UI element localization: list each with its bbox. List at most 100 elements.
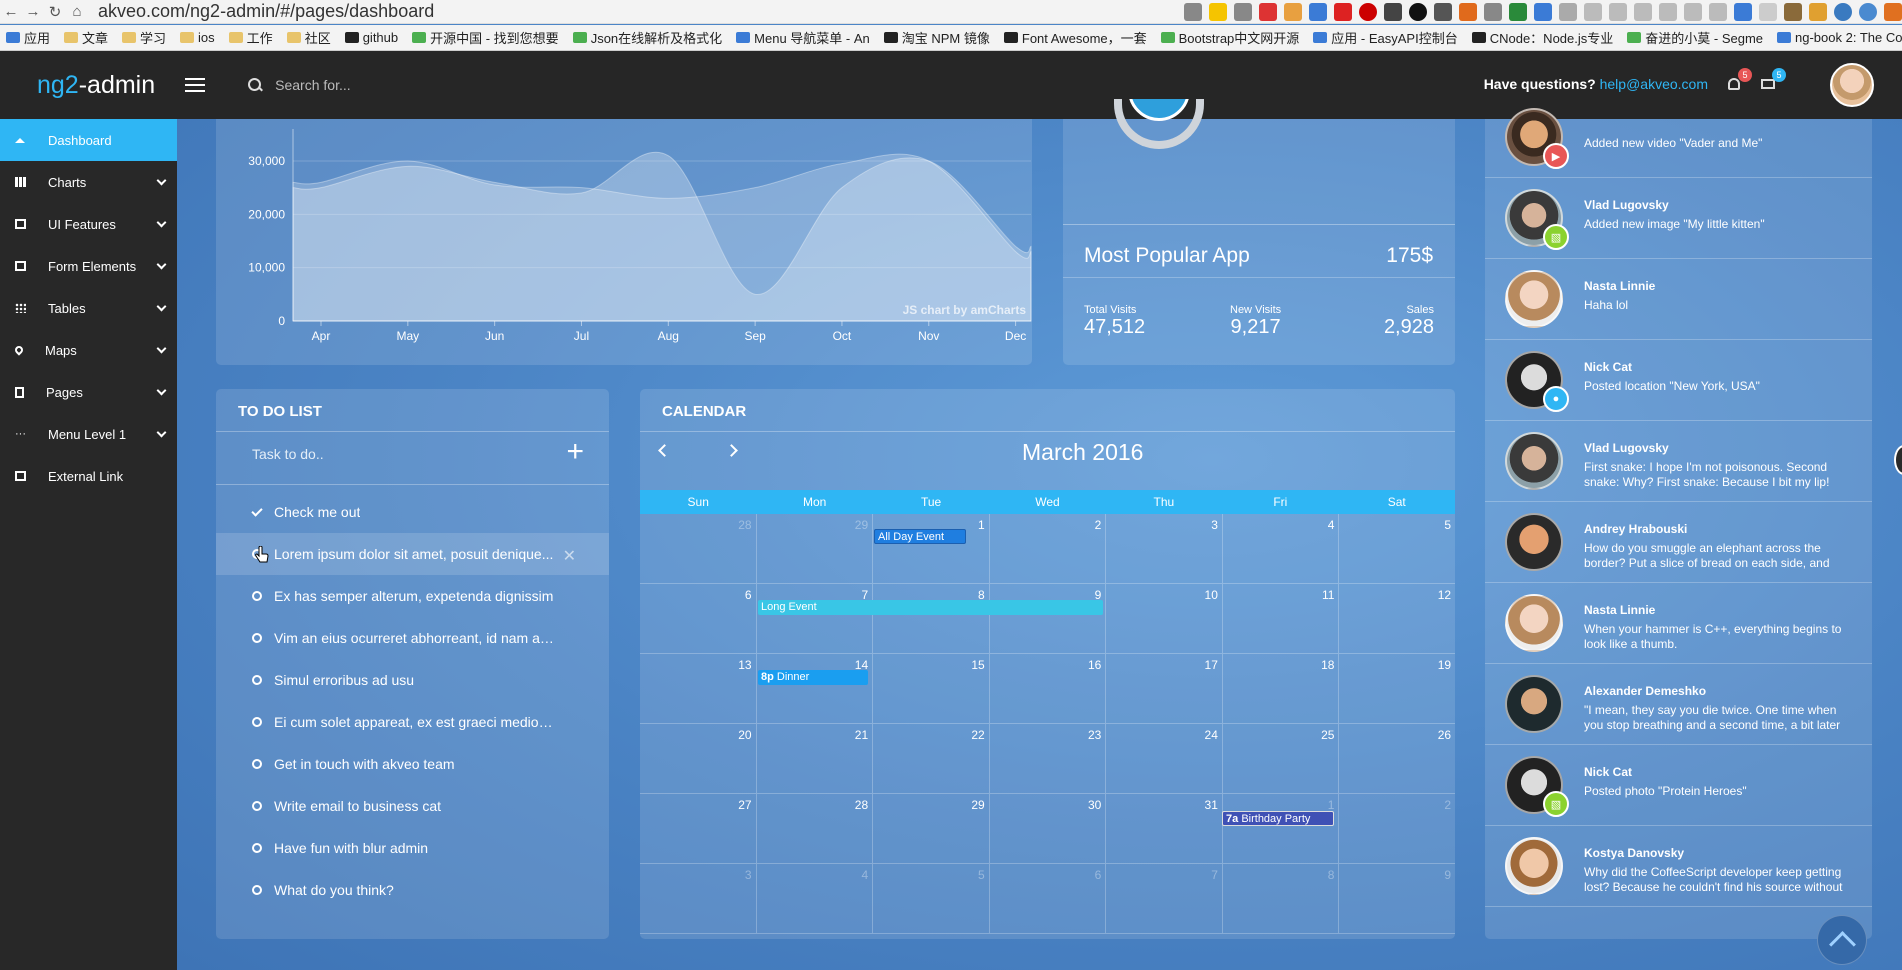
- feed-item[interactable]: ▶ Added new video "Vader and Me": [1485, 97, 1872, 178]
- calendar-day[interactable]: 4: [757, 864, 874, 933]
- circle-icon[interactable]: [252, 885, 262, 895]
- bookmark-item[interactable]: ng-book 2: The Com: [1777, 30, 1902, 45]
- extension-icon[interactable]: [1309, 3, 1327, 21]
- circle-icon[interactable]: [252, 675, 262, 685]
- reload-icon[interactable]: ↻: [44, 1, 66, 23]
- extension-icon[interactable]: [1734, 3, 1752, 21]
- sidebar-item-pages[interactable]: Pages: [0, 371, 177, 413]
- bookmark-item[interactable]: 工作: [228, 28, 273, 47]
- calendar-day[interactable]: 9: [990, 584, 1107, 653]
- extension-icon[interactable]: [1609, 3, 1627, 21]
- address-bar[interactable]: akveo.com/ng2-admin/#/pages/dashboard: [98, 1, 434, 22]
- sidebar-item-external-link[interactable]: External Link: [0, 455, 177, 497]
- calendar-event[interactable]: Long Event: [758, 600, 1103, 615]
- extension-icon[interactable]: [1284, 3, 1302, 21]
- todo-item[interactable]: What do you think?: [216, 869, 609, 911]
- calendar-day[interactable]: 9: [1339, 864, 1455, 933]
- bookmark-item[interactable]: Bootstrap中文网开源: [1160, 28, 1299, 47]
- bookmark-item[interactable]: CNode：Node.js专业: [1471, 28, 1613, 47]
- sidebar-item-charts[interactable]: Charts: [0, 161, 177, 203]
- calendar-day[interactable]: 16: [990, 654, 1107, 723]
- extension-icon[interactable]: [1759, 3, 1777, 21]
- bookmark-item[interactable]: 社区: [286, 28, 331, 47]
- calendar-day[interactable]: 6: [990, 864, 1107, 933]
- check-icon[interactable]: [251, 504, 263, 517]
- sidebar-item-dashboard[interactable]: Dashboard: [0, 119, 177, 161]
- calendar-day[interactable]: 28: [757, 794, 874, 863]
- calendar-event[interactable]: 8p Dinner: [758, 670, 868, 685]
- calendar-day[interactable]: 31: [1106, 794, 1223, 863]
- calendar-day[interactable]: 7: [1106, 864, 1223, 933]
- calendar-day[interactable]: 28: [640, 514, 757, 583]
- extension-icon[interactable]: [1584, 3, 1602, 21]
- star-icon[interactable]: [1209, 3, 1227, 21]
- bookmark-item[interactable]: github: [344, 30, 398, 45]
- calendar-day[interactable]: 23: [990, 724, 1107, 793]
- extension-icon[interactable]: [1709, 3, 1727, 21]
- extension-icon[interactable]: [1784, 3, 1802, 21]
- extension-icon[interactable]: [1684, 3, 1702, 21]
- bookmark-item[interactable]: 应用 - EasyAPI控制台: [1313, 28, 1458, 47]
- calendar-day[interactable]: 30: [990, 794, 1107, 863]
- calendar-day[interactable]: 11: [1223, 584, 1340, 653]
- extension-icon[interactable]: [1184, 3, 1202, 21]
- adblock-icon[interactable]: [1359, 3, 1377, 21]
- bookmark-item[interactable]: Menu 导航菜单 - An: [736, 28, 870, 47]
- todo-item[interactable]: Vim an eius ocurreret abhorreant, id nam…: [216, 617, 609, 659]
- calendar-day[interactable]: 29: [873, 794, 990, 863]
- calendar-day[interactable]: 22: [873, 724, 990, 793]
- todo-item[interactable]: Simul erroribus ad usu: [216, 659, 609, 701]
- feed-item[interactable]: Andrey Hrabouski How do you smuggle an el…: [1485, 502, 1872, 583]
- extension-icon[interactable]: [1534, 3, 1552, 21]
- calendar-day[interactable]: 17: [1106, 654, 1223, 723]
- feed-item[interactable]: ▧ Vlad Lugovsky Added new image "My little…: [1485, 178, 1872, 259]
- extension-icon[interactable]: [1434, 3, 1452, 21]
- extension-icon[interactable]: [1659, 3, 1677, 21]
- add-task-button[interactable]: +: [566, 437, 584, 467]
- feed-item[interactable]: Vlad Lugovsky First snake: I hope I'm not…: [1485, 421, 1872, 502]
- menu-toggle-icon[interactable]: [185, 78, 206, 92]
- sidebar-item-ui-features[interactable]: UI Features: [0, 203, 177, 245]
- extension-icon[interactable]: [1259, 3, 1277, 21]
- todo-item[interactable]: Have fun with blur admin: [216, 827, 609, 869]
- calendar-day[interactable]: 14: [757, 654, 874, 723]
- circle-icon[interactable]: [252, 717, 262, 727]
- calendar-day[interactable]: 26: [1339, 724, 1455, 793]
- app-logo[interactable]: ng2-admin: [37, 71, 155, 100]
- messages-button[interactable]: 5: [1760, 68, 1786, 93]
- circle-icon[interactable]: [252, 843, 262, 853]
- bookmark-item[interactable]: 开源中国 - 找到您想要: [412, 28, 559, 47]
- calendar-day[interactable]: 24: [1106, 724, 1223, 793]
- extension-icon[interactable]: [1409, 3, 1427, 21]
- todo-item[interactable]: Write email to business cat: [216, 785, 609, 827]
- todo-item[interactable]: Check me out: [216, 491, 609, 533]
- extension-icon[interactable]: [1809, 3, 1827, 21]
- bookmark-item[interactable]: 淘宝 NPM 镜像: [883, 28, 990, 47]
- calendar-day[interactable]: 21: [757, 724, 874, 793]
- task-input[interactable]: [252, 446, 552, 462]
- home-icon[interactable]: ⌂: [66, 1, 88, 23]
- calendar-day[interactable]: 2: [1339, 794, 1455, 863]
- calendar-day[interactable]: 5: [1339, 514, 1455, 583]
- extension-icon[interactable]: [1634, 3, 1652, 21]
- bookmark-item[interactable]: 文章: [64, 28, 108, 47]
- todo-item[interactable]: Get in touch with akveo team: [216, 743, 609, 785]
- sidebar-item-tables[interactable]: Tables: [0, 287, 177, 329]
- extension-icon[interactable]: [1834, 3, 1852, 21]
- calendar-day[interactable]: 3: [640, 864, 757, 933]
- sidebar-item-form-elements[interactable]: Form Elements: [0, 245, 177, 287]
- feed-item[interactable]: Kostya Danovsky Why did the CoffeeScript …: [1485, 826, 1872, 907]
- extension-icon[interactable]: [1334, 3, 1352, 21]
- calendar-day[interactable]: 8: [1223, 864, 1340, 933]
- extension-icon[interactable]: [1459, 3, 1477, 21]
- calendar-day[interactable]: 29: [757, 514, 874, 583]
- extension-icon[interactable]: [1384, 3, 1402, 21]
- circle-icon[interactable]: [252, 801, 262, 811]
- todo-item[interactable]: Ei cum solet appareat, ex est graeci med…: [216, 701, 609, 743]
- feed-item[interactable]: Nasta Linnie When your hammer is C++, eve…: [1485, 583, 1872, 664]
- extension-icon[interactable]: [1234, 3, 1252, 21]
- calendar-day[interactable]: 10: [1106, 584, 1223, 653]
- bookmark-item[interactable]: Font Awesome，一套: [1003, 28, 1147, 47]
- calendar-day[interactable]: 7: [757, 584, 874, 653]
- extension-icon[interactable]: [1559, 3, 1577, 21]
